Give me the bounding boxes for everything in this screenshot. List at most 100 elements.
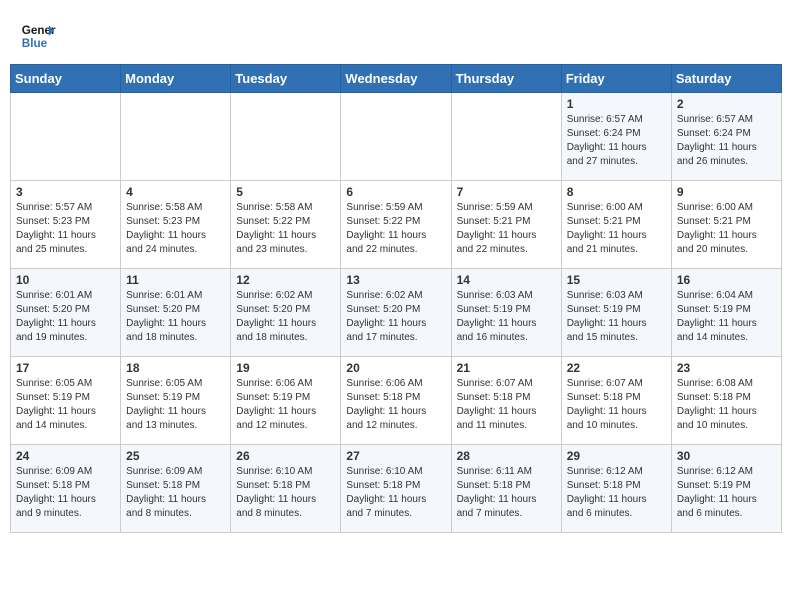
calendar-cell: 12 Sunrise: 6:02 AM Sunset: 5:20 PM Dayli…: [231, 269, 341, 357]
cell-content: Sunrise: 5:59 AM Sunset: 5:22 PM Dayligh…: [346, 201, 445, 257]
day-number: 8: [567, 185, 666, 199]
calendar-cell: 22Sunrise: 6:07 AM Sunset: 5:18 PM Dayli…: [561, 357, 671, 445]
cell-content: Sunrise: 6:07 AM Sunset: 5:18 PM Dayligh…: [457, 377, 556, 433]
calendar-cell: 30 Sunrise: 6:12 AM Sunset: 5:19 PM Dayli…: [671, 445, 781, 533]
cell-content: Sunrise: 6:01 AM Sunset: 5:20 PM Dayligh…: [16, 289, 115, 345]
day-number: 3: [16, 185, 115, 199]
day-number: 29: [567, 449, 666, 463]
day-number: 18: [126, 361, 225, 375]
calendar-cell: [231, 93, 341, 181]
day-number: 6: [346, 185, 445, 199]
day-number: 25: [126, 449, 225, 463]
calendar-cell: 25 Sunrise: 6:09 AM Sunset: 5:18 PM Dayli…: [121, 445, 231, 533]
calendar-cell: 8 Sunrise: 6:00 AM Sunset: 5:21 PM Daylig…: [561, 181, 671, 269]
cell-content: Sunrise: 6:05 AM Sunset: 5:19 PM Dayligh…: [16, 377, 115, 433]
calendar-table: SundayMondayTuesdayWednesdayThursdayFrid…: [10, 64, 782, 533]
day-number: 19: [236, 361, 335, 375]
cell-content: Sunrise: 5:59 AM Sunset: 5:21 PM Dayligh…: [457, 201, 556, 257]
week-row-4: 17Sunrise: 6:05 AM Sunset: 5:19 PM Dayli…: [11, 357, 782, 445]
day-number: 4: [126, 185, 225, 199]
calendar-cell: 14 Sunrise: 6:03 AM Sunset: 5:19 PM Dayli…: [451, 269, 561, 357]
calendar-cell: 6 Sunrise: 5:59 AM Sunset: 5:22 PM Daylig…: [341, 181, 451, 269]
calendar-cell: [121, 93, 231, 181]
calendar-cell: 24 Sunrise: 6:09 AM Sunset: 5:18 PM Dayli…: [11, 445, 121, 533]
day-number: 16: [677, 273, 776, 287]
day-number: 28: [457, 449, 556, 463]
day-number: 10: [16, 273, 115, 287]
header-saturday: Saturday: [671, 65, 781, 93]
cell-content: Sunrise: 6:10 AM Sunset: 5:18 PM Dayligh…: [346, 465, 445, 521]
cell-content: Sunrise: 6:03 AM Sunset: 5:19 PM Dayligh…: [567, 289, 666, 345]
week-row-5: 24 Sunrise: 6:09 AM Sunset: 5:18 PM Dayli…: [11, 445, 782, 533]
calendar-cell: 27 Sunrise: 6:10 AM Sunset: 5:18 PM Dayli…: [341, 445, 451, 533]
week-row-3: 10 Sunrise: 6:01 AM Sunset: 5:20 PM Dayli…: [11, 269, 782, 357]
header-tuesday: Tuesday: [231, 65, 341, 93]
day-number: 23: [677, 361, 776, 375]
calendar-cell: [451, 93, 561, 181]
calendar-cell: 7 Sunrise: 5:59 AM Sunset: 5:21 PM Daylig…: [451, 181, 561, 269]
calendar-cell: 29Sunrise: 6:12 AM Sunset: 5:18 PM Dayli…: [561, 445, 671, 533]
day-number: 24: [16, 449, 115, 463]
header-friday: Friday: [561, 65, 671, 93]
day-number: 27: [346, 449, 445, 463]
cell-content: Sunrise: 6:57 AM Sunset: 6:24 PM Dayligh…: [567, 113, 666, 169]
calendar-cell: 19 Sunrise: 6:06 AM Sunset: 5:19 PM Dayli…: [231, 357, 341, 445]
day-number: 26: [236, 449, 335, 463]
calendar-cell: 3 Sunrise: 5:57 AM Sunset: 5:23 PM Daylig…: [11, 181, 121, 269]
cell-content: Sunrise: 6:05 AM Sunset: 5:19 PM Dayligh…: [126, 377, 225, 433]
cell-content: Sunrise: 6:12 AM Sunset: 5:19 PM Dayligh…: [677, 465, 776, 521]
day-number: 5: [236, 185, 335, 199]
header-thursday: Thursday: [451, 65, 561, 93]
calendar-cell: 11 Sunrise: 6:01 AM Sunset: 5:20 PM Dayli…: [121, 269, 231, 357]
cell-content: Sunrise: 6:00 AM Sunset: 5:21 PM Dayligh…: [677, 201, 776, 257]
calendar-cell: 20 Sunrise: 6:06 AM Sunset: 5:18 PM Dayli…: [341, 357, 451, 445]
day-number: 21: [457, 361, 556, 375]
header: General Blue: [10, 10, 782, 58]
day-number: 11: [126, 273, 225, 287]
calendar-cell: 5Sunrise: 5:58 AM Sunset: 5:22 PM Daylig…: [231, 181, 341, 269]
day-number: 13: [346, 273, 445, 287]
calendar-cell: 10 Sunrise: 6:01 AM Sunset: 5:20 PM Dayli…: [11, 269, 121, 357]
day-number: 7: [457, 185, 556, 199]
cell-content: Sunrise: 6:02 AM Sunset: 5:20 PM Dayligh…: [236, 289, 335, 345]
calendar-cell: 2Sunrise: 6:57 AM Sunset: 6:24 PM Daylig…: [671, 93, 781, 181]
header-sunday: Sunday: [11, 65, 121, 93]
calendar-cell: 21 Sunrise: 6:07 AM Sunset: 5:18 PM Dayli…: [451, 357, 561, 445]
cell-content: Sunrise: 5:58 AM Sunset: 5:23 PM Dayligh…: [126, 201, 225, 257]
week-row-2: 3 Sunrise: 5:57 AM Sunset: 5:23 PM Daylig…: [11, 181, 782, 269]
day-number: 30: [677, 449, 776, 463]
cell-content: Sunrise: 6:06 AM Sunset: 5:19 PM Dayligh…: [236, 377, 335, 433]
day-number: 1: [567, 97, 666, 111]
day-number: 9: [677, 185, 776, 199]
cell-content: Sunrise: 6:10 AM Sunset: 5:18 PM Dayligh…: [236, 465, 335, 521]
svg-text:Blue: Blue: [22, 37, 48, 50]
header-monday: Monday: [121, 65, 231, 93]
cell-content: Sunrise: 6:06 AM Sunset: 5:18 PM Dayligh…: [346, 377, 445, 433]
day-number: 22: [567, 361, 666, 375]
cell-content: Sunrise: 5:57 AM Sunset: 5:23 PM Dayligh…: [16, 201, 115, 257]
cell-content: Sunrise: 6:02 AM Sunset: 5:20 PM Dayligh…: [346, 289, 445, 345]
logo: General Blue: [20, 18, 56, 54]
day-number: 12: [236, 273, 335, 287]
calendar-cell: [11, 93, 121, 181]
header-wednesday: Wednesday: [341, 65, 451, 93]
cell-content: Sunrise: 6:01 AM Sunset: 5:20 PM Dayligh…: [126, 289, 225, 345]
cell-content: Sunrise: 6:03 AM Sunset: 5:19 PM Dayligh…: [457, 289, 556, 345]
week-row-1: 1 Sunrise: 6:57 AM Sunset: 6:24 PM Daylig…: [11, 93, 782, 181]
days-header-row: SundayMondayTuesdayWednesdayThursdayFrid…: [11, 65, 782, 93]
calendar-cell: 26 Sunrise: 6:10 AM Sunset: 5:18 PM Dayli…: [231, 445, 341, 533]
cell-content: Sunrise: 6:09 AM Sunset: 5:18 PM Dayligh…: [16, 465, 115, 521]
calendar-cell: 1 Sunrise: 6:57 AM Sunset: 6:24 PM Daylig…: [561, 93, 671, 181]
logo-icon: General Blue: [20, 18, 56, 54]
calendar-cell: 18 Sunrise: 6:05 AM Sunset: 5:19 PM Dayli…: [121, 357, 231, 445]
cell-content: Sunrise: 6:11 AM Sunset: 5:18 PM Dayligh…: [457, 465, 556, 521]
cell-content: Sunrise: 6:08 AM Sunset: 5:18 PM Dayligh…: [677, 377, 776, 433]
day-number: 20: [346, 361, 445, 375]
calendar-cell: 9 Sunrise: 6:00 AM Sunset: 5:21 PM Daylig…: [671, 181, 781, 269]
calendar-cell: 13 Sunrise: 6:02 AM Sunset: 5:20 PM Dayli…: [341, 269, 451, 357]
cell-content: Sunrise: 6:00 AM Sunset: 5:21 PM Dayligh…: [567, 201, 666, 257]
calendar-cell: 4 Sunrise: 5:58 AM Sunset: 5:23 PM Daylig…: [121, 181, 231, 269]
day-number: 14: [457, 273, 556, 287]
calendar-cell: 28 Sunrise: 6:11 AM Sunset: 5:18 PM Dayli…: [451, 445, 561, 533]
cell-content: Sunrise: 6:09 AM Sunset: 5:18 PM Dayligh…: [126, 465, 225, 521]
